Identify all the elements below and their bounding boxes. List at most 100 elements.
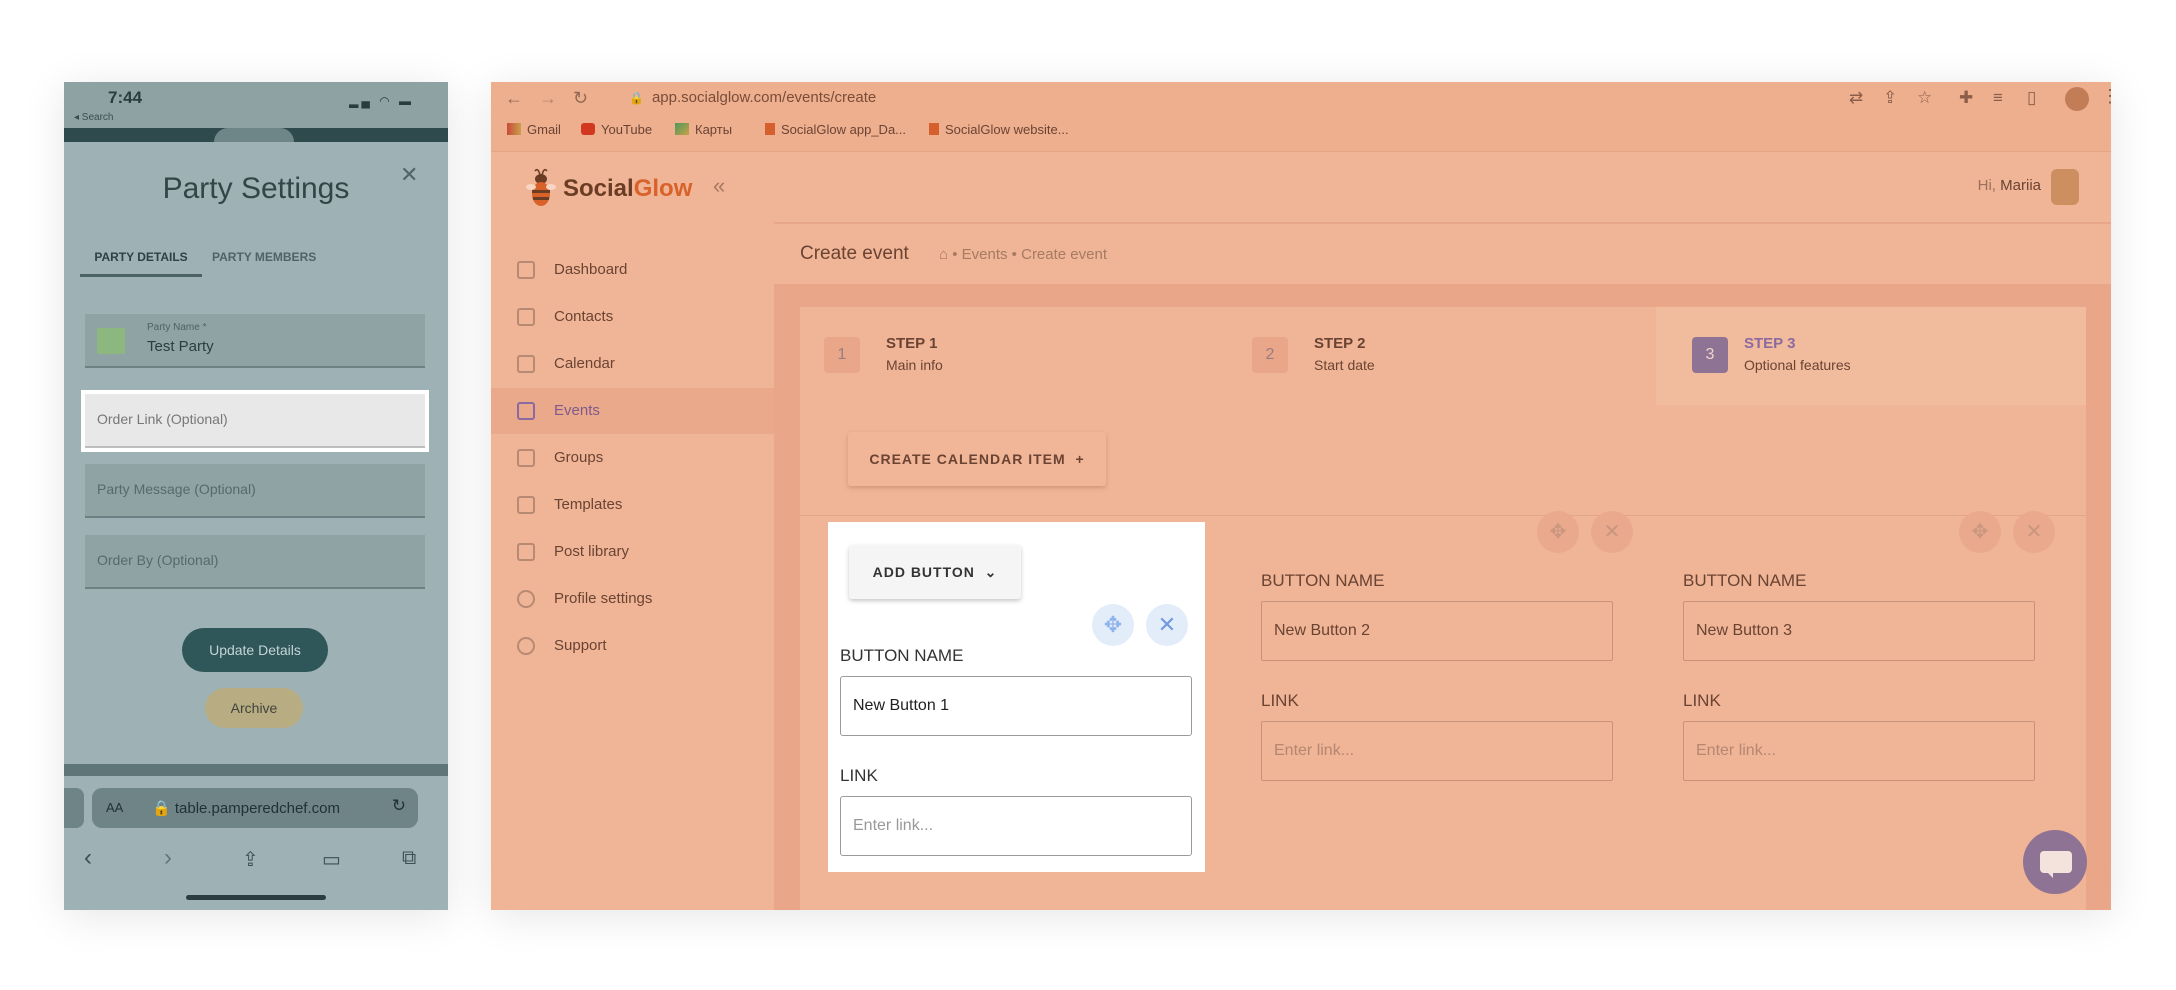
link-label: LINK: [1261, 691, 1299, 710]
collapse-sidebar-icon[interactable]: «: [713, 173, 725, 199]
sidebar-item-label: Templates: [554, 496, 623, 513]
page-header: Create event ⌂ • Events • Create event: [774, 224, 2111, 284]
tab-party-details[interactable]: PARTY DETAILS: [80, 247, 202, 277]
translate-icon[interactable]: ⇄: [1849, 88, 1863, 108]
sidebar-item-label: Dashboard: [554, 261, 628, 278]
move-icon[interactable]: ✥: [1092, 604, 1134, 646]
sidebar-item-support[interactable]: Support: [491, 623, 774, 669]
bookmark-star-icon[interactable]: ☆: [1917, 88, 1932, 108]
archive-button[interactable]: Archive: [205, 688, 303, 728]
text-size-button[interactable]: AA: [106, 800, 123, 815]
step-number: 3: [1692, 337, 1728, 373]
sidebar-item-dashboard[interactable]: Dashboard: [491, 247, 774, 293]
move-icon[interactable]: ✥: [1537, 511, 1579, 553]
sidebar-item-label: Support: [554, 637, 607, 654]
page-title: Create event: [800, 243, 909, 264]
sidebar-item-groups[interactable]: Groups: [491, 435, 774, 481]
link-input[interactable]: Enter link...: [1683, 721, 2035, 781]
safari-divider: [64, 764, 448, 776]
safari-address-bar[interactable]: AA 🔒 table.pamperedchef.com ↻: [92, 788, 418, 828]
address-bar[interactable]: 🔒 app.socialglow.com/events/create: [629, 89, 876, 106]
share-icon[interactable]: ⇪: [242, 847, 259, 872]
chevron-down-icon: ⌄: [984, 564, 998, 580]
sidebar-item-post-library[interactable]: Post library: [491, 529, 774, 575]
bookmark-maps[interactable]: Карты: [675, 122, 732, 137]
button-name-input[interactable]: New Button 3: [1683, 601, 2035, 661]
party-message-field[interactable]: Party Message (Optional): [85, 464, 425, 518]
profile-avatar[interactable]: [2065, 87, 2089, 111]
maps-icon: [675, 123, 689, 135]
side-panel-icon[interactable]: ▯: [2027, 88, 2036, 108]
browser-back-icon[interactable]: ←: [505, 88, 523, 109]
button-name-input[interactable]: New Button 1: [840, 676, 1192, 736]
sidebar: SocialGlow « Dashboard Contacts Calendar…: [491, 153, 774, 910]
step-1[interactable]: 1 STEP 1 Main info: [800, 307, 1230, 405]
button-name-input[interactable]: New Button 2: [1261, 601, 1613, 661]
sidebar-item-calendar[interactable]: Calendar: [491, 341, 774, 387]
party-color-swatch[interactable]: [97, 328, 125, 354]
app-topbar: Hi, Mariia: [774, 153, 2111, 223]
bookmark-socialglow-app[interactable]: SocialGlow app_Da...: [765, 122, 906, 137]
address-url: app.socialglow.com/events/create: [651, 89, 877, 106]
tabs-icon[interactable]: ⧉: [402, 847, 416, 870]
safari-url: table.pamperedchef.com: [174, 800, 340, 817]
close-icon[interactable]: ✕: [1146, 604, 1188, 646]
step-2[interactable]: 2 STEP 2 Start date: [1230, 307, 1656, 405]
bookmarks-icon[interactable]: ▭: [322, 847, 341, 872]
back-to-search-link[interactable]: ◂ Search: [74, 112, 113, 123]
browser-reload-icon[interactable]: ↻: [573, 88, 588, 109]
link-input[interactable]: Enter link...: [1261, 721, 1613, 781]
step-number: 2: [1252, 337, 1288, 373]
breadcrumb-events[interactable]: Events: [962, 246, 1008, 263]
user-greeting: Hi, Mariia: [1978, 177, 2041, 194]
sidebar-item-profile-settings[interactable]: Profile settings: [491, 576, 774, 622]
previous-tab-edge[interactable]: [64, 788, 84, 828]
chat-support-button[interactable]: [2023, 830, 2087, 894]
bookmark-youtube[interactable]: YouTube: [581, 122, 652, 137]
events-icon: [517, 402, 535, 420]
brand-logo-text: SocialGlow: [563, 175, 692, 203]
party-settings-title: Party Settings: [162, 172, 350, 205]
avatar[interactable]: [2051, 169, 2079, 205]
bookmark-socialglow-website[interactable]: SocialGlow website...: [929, 122, 1069, 137]
sidebar-item-contacts[interactable]: Contacts: [491, 294, 774, 340]
order-link-field[interactable]: Order Link (Optional): [85, 394, 425, 448]
extensions-icon[interactable]: ✚: [1959, 88, 1973, 108]
browser-menu-icon[interactable]: ⋮: [2101, 86, 2111, 107]
create-calendar-item-button[interactable]: CREATE CALENDAR ITEM +: [848, 432, 1106, 486]
party-name-field[interactable]: Party Name * Test Party: [85, 314, 425, 368]
add-button-dropdown[interactable]: ADD BUTTON ⌄: [849, 545, 1021, 599]
back-icon[interactable]: ‹: [84, 844, 92, 872]
home-icon[interactable]: ⌂: [939, 246, 948, 263]
reload-icon[interactable]: ↻: [392, 796, 406, 816]
reading-list-icon[interactable]: ≡: [1993, 88, 2003, 108]
step-3[interactable]: 3 STEP 3 Optional features: [1656, 307, 2086, 405]
order-by-field[interactable]: Order By (Optional): [85, 535, 425, 589]
step-title: STEP 1: [886, 335, 938, 352]
browser-forward-icon[interactable]: →: [539, 88, 557, 109]
gmail-icon: [507, 123, 521, 135]
sidebar-item-templates[interactable]: Templates: [491, 482, 774, 528]
close-icon[interactable]: ✕: [1591, 511, 1633, 553]
update-details-button[interactable]: Update Details: [182, 628, 328, 672]
close-icon[interactable]: ✕: [400, 162, 418, 188]
forward-icon[interactable]: ›: [164, 844, 172, 872]
step-subtitle: Main info: [886, 357, 943, 373]
post-library-icon: [517, 543, 535, 561]
move-icon[interactable]: ✥: [1959, 511, 2001, 553]
status-time: 7:44: [108, 88, 143, 107]
bookmark-gmail[interactable]: Gmail: [507, 122, 561, 137]
sidebar-item-events[interactable]: Events: [491, 388, 774, 434]
link-input[interactable]: Enter link...: [840, 796, 1192, 856]
party-message-placeholder: Party Message (Optional): [97, 481, 256, 497]
tab-party-members[interactable]: PARTY MEMBERS: [212, 247, 316, 267]
button-editor-3: BUTTON NAME New Button 3 LINK Enter link…: [1683, 571, 2035, 821]
close-icon[interactable]: ✕: [2013, 511, 2055, 553]
sidebar-item-label: Post library: [554, 543, 630, 560]
sheet-handle-bar: [64, 128, 448, 142]
bookmark-socialglow-app-label: SocialGlow app_Da...: [781, 122, 907, 137]
step-subtitle: Optional features: [1744, 357, 1851, 373]
link-label: LINK: [1683, 691, 1721, 710]
share-page-icon[interactable]: ⇪: [1883, 88, 1897, 108]
order-link-highlight: Order Link (Optional): [81, 390, 429, 452]
